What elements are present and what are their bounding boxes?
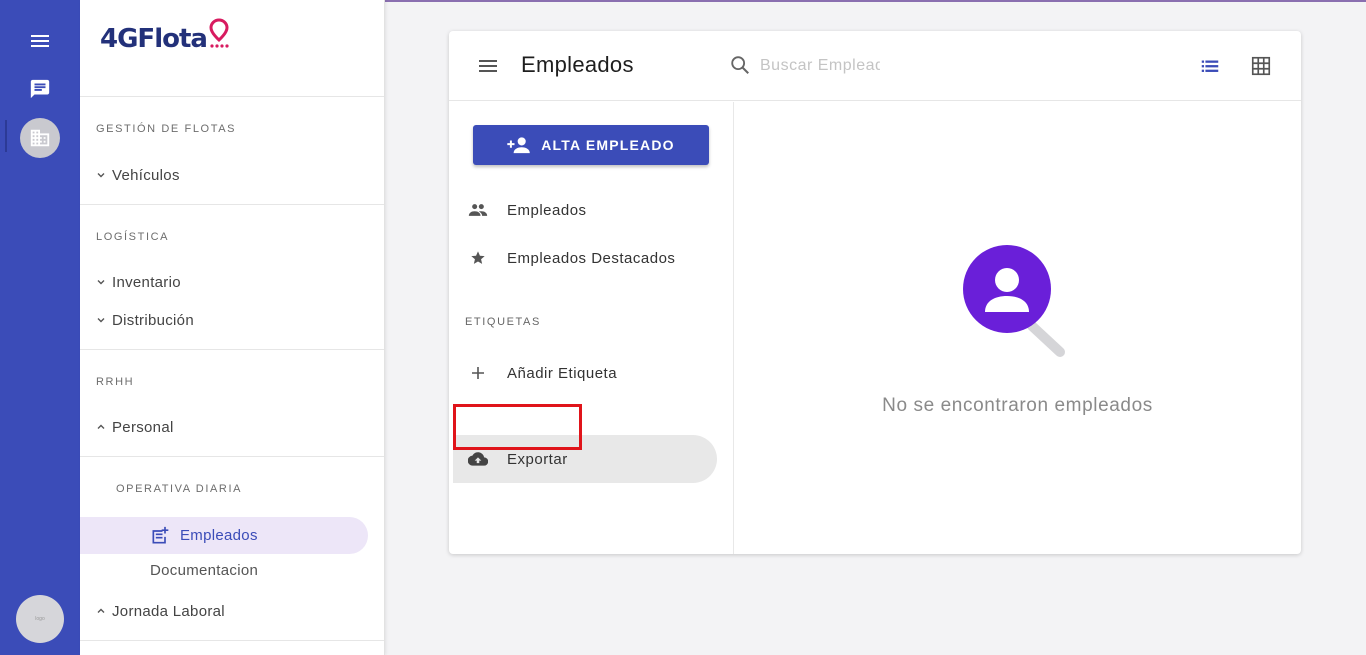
nav-item-documentation[interactable]: Documentacion xyxy=(150,562,258,579)
nav-item-label: Inventario xyxy=(112,273,181,291)
star-icon xyxy=(467,247,489,269)
chat-icon[interactable] xyxy=(20,69,60,109)
labels-section-title: ETIQUETAS xyxy=(465,316,541,328)
search-input[interactable] xyxy=(760,54,880,78)
app-rail: logo xyxy=(0,0,80,655)
hamburger-icon[interactable] xyxy=(20,21,60,61)
nav-item-label: Vehículos xyxy=(112,166,180,184)
navigation-panel: 4GFlota GESTIÓN DE FLOTAS Vehículos LOGÍ… xyxy=(80,0,385,655)
employees-card: Empleados ALTA EMPLEADO Empleados Emplea… xyxy=(449,31,1301,554)
nav-item-distribution[interactable]: Distribución xyxy=(90,305,370,335)
nav-item-label: Jornada Laboral xyxy=(112,602,225,620)
nav-item-personal[interactable]: Personal xyxy=(90,412,370,442)
empty-state: No se encontraron empleados xyxy=(734,102,1301,554)
nav-item-vehicles[interactable]: Vehículos xyxy=(90,160,370,190)
section-label-logistics: LOGÍSTICA xyxy=(96,231,170,243)
export-highlight-box xyxy=(453,404,582,450)
cloud-upload-icon xyxy=(467,448,489,470)
menu-item-label: Empleados xyxy=(507,201,587,219)
menu-item-featured-employees[interactable]: Empleados Destacados xyxy=(467,243,717,273)
chevron-down-icon xyxy=(90,315,112,325)
nav-divider xyxy=(80,204,384,205)
new-employee-label: ALTA EMPLEADO xyxy=(541,137,675,153)
grid-view-icon[interactable] xyxy=(1248,53,1274,79)
chevron-up-icon xyxy=(90,606,112,616)
avatar-text: logo xyxy=(35,616,45,622)
people-icon xyxy=(467,199,489,221)
hamburger-icon[interactable] xyxy=(475,53,501,79)
nav-divider xyxy=(80,96,384,97)
nav-item-workday[interactable]: Jornada Laboral xyxy=(90,596,370,626)
nav-divider xyxy=(80,456,384,457)
nav-divider xyxy=(80,640,384,641)
page-title: Empleados xyxy=(521,52,634,77)
menu-item-employees[interactable]: Empleados xyxy=(467,195,717,225)
new-employee-button[interactable]: ALTA EMPLEADO xyxy=(473,125,709,165)
chevron-down-icon xyxy=(90,170,112,180)
section-label-fleet: GESTIÓN DE FLOTAS xyxy=(96,123,237,135)
nav-item-label: Empleados xyxy=(180,527,258,544)
export-label: Exportar xyxy=(507,450,568,468)
add-label-button[interactable]: Añadir Etiqueta xyxy=(467,358,717,388)
list-view-icon[interactable] xyxy=(1197,53,1223,79)
plus-icon xyxy=(467,362,489,384)
add-person-icon xyxy=(507,137,531,154)
user-avatar[interactable]: logo xyxy=(16,595,64,643)
nav-item-label: Distribución xyxy=(112,311,194,329)
menu-item-label: Empleados Destacados xyxy=(507,249,676,267)
section-label-hr: RRHH xyxy=(96,376,135,388)
search-icon xyxy=(729,54,751,76)
empty-state-message: No se encontraron empleados xyxy=(882,395,1153,416)
chevron-up-icon xyxy=(90,422,112,432)
employee-note-icon xyxy=(150,526,170,546)
nav-item-inventory[interactable]: Inventario xyxy=(90,267,370,297)
rail-active-marker xyxy=(5,120,7,152)
nav-item-employees-active[interactable]: Empleados xyxy=(80,517,368,554)
nav-divider xyxy=(80,349,384,350)
add-label-text: Añadir Etiqueta xyxy=(507,364,618,382)
map-pin-icon xyxy=(208,18,229,54)
subsection-label-daily: OPERATIVA DIARIA xyxy=(116,483,243,495)
employees-side-menu: ALTA EMPLEADO Empleados Empleados Destac… xyxy=(449,102,734,554)
logo-text: 4GFlota xyxy=(100,24,208,54)
chevron-down-icon xyxy=(90,277,112,287)
card-header: Empleados xyxy=(449,31,1301,101)
nav-item-label: Personal xyxy=(112,418,174,436)
employee-search-illustration xyxy=(962,244,1074,360)
app-logo[interactable]: 4GFlota xyxy=(100,14,229,54)
building-icon[interactable] xyxy=(20,118,60,158)
